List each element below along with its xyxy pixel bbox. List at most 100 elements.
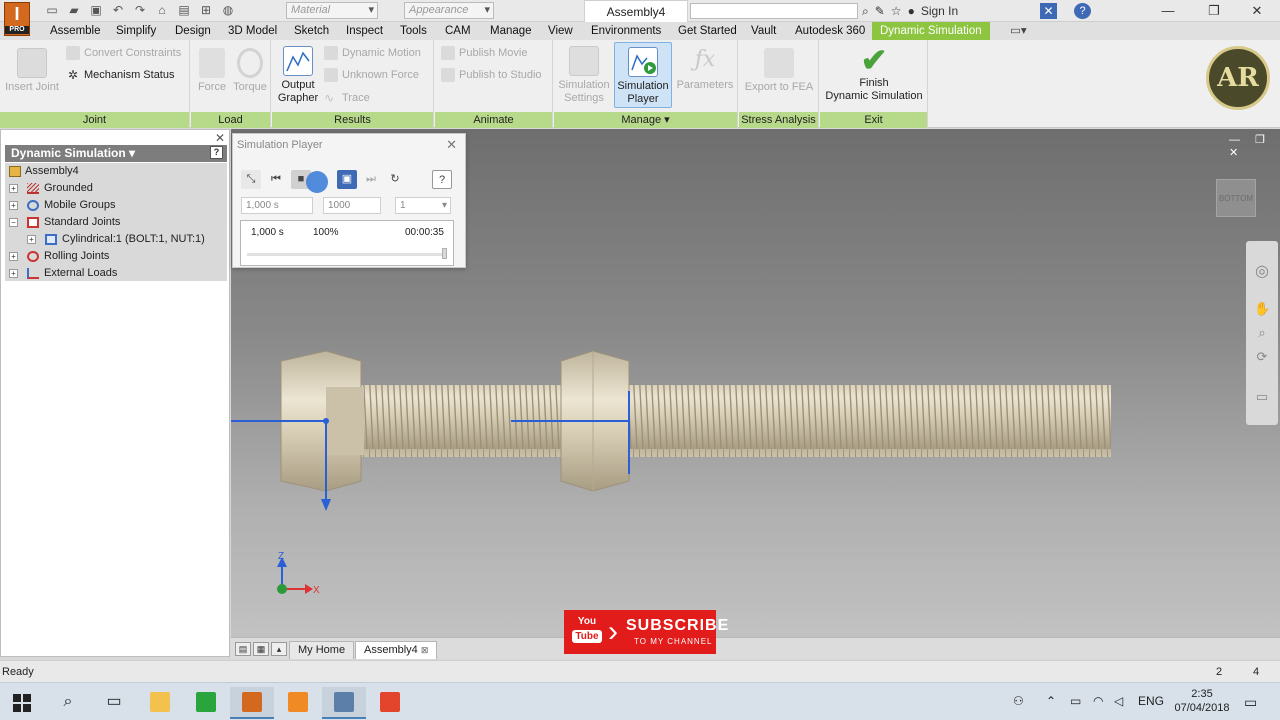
insert-joint-button[interactable]: Insert Joint: [4, 48, 60, 94]
tab-assembly4[interactable]: Assembly4 ⊠: [355, 641, 438, 659]
publish-to-studio-button[interactable]: Publish to Studio: [441, 68, 542, 82]
search-icon[interactable]: ⌕: [46, 687, 90, 719]
simulation-settings-button[interactable]: Simulation Settings: [556, 46, 612, 105]
volume-icon[interactable]: ◁: [1114, 694, 1123, 708]
force-button[interactable]: Force: [195, 48, 229, 94]
cascade-windows-icon[interactable]: ▦: [253, 642, 269, 656]
rewind-icon[interactable]: ⏮: [266, 170, 286, 189]
convert-constraints-button[interactable]: Convert Constraints: [66, 46, 181, 60]
unknown-force-button[interactable]: Unknown Force: [324, 68, 419, 82]
tab-assemble[interactable]: Assemble: [50, 22, 101, 40]
recorder-icon[interactable]: [368, 687, 412, 719]
export-to-fea-button[interactable]: Export to FEA: [741, 48, 817, 94]
media-player-icon[interactable]: [276, 687, 320, 719]
tab-manage[interactable]: Manage: [490, 22, 532, 40]
output-grapher-button[interactable]: Output Grapher: [274, 46, 322, 105]
tab-simplify[interactable]: Simplify: [116, 22, 156, 40]
subscribe-banner[interactable]: You Tube › SUBSCRIBE TO MY CHANNEL: [564, 610, 728, 654]
filter-field[interactable]: 1 ▾: [395, 197, 451, 214]
binoculars-icon[interactable]: ⌕: [862, 3, 869, 19]
expand-icon[interactable]: +: [9, 201, 18, 210]
start-button[interactable]: [0, 687, 44, 719]
wifi-icon[interactable]: ◠: [1093, 694, 1103, 708]
images-field[interactable]: 1000: [323, 197, 381, 214]
tab-get-started[interactable]: Get Started: [678, 22, 737, 40]
tab-tools[interactable]: Tools: [400, 22, 427, 40]
mechanism-status-button[interactable]: ✲ Mechanism Status: [66, 68, 175, 82]
simulation-player-button[interactable]: Simulation Player: [614, 42, 672, 108]
folder-icon[interactable]: ▤: [176, 3, 192, 18]
material-dropdown[interactable]: Material: [286, 2, 378, 19]
appearance-dropdown[interactable]: Appearance: [404, 2, 494, 19]
tab-dynamic-simulation[interactable]: Dynamic Simulation: [872, 22, 990, 40]
tab-inspect[interactable]: Inspect: [346, 22, 383, 40]
construction-mode-icon[interactable]: ⤡: [241, 170, 261, 189]
expand-icon[interactable]: +: [9, 252, 18, 261]
wrench-icon[interactable]: ✎: [875, 3, 885, 19]
browser-close-icon[interactable]: ✕: [215, 131, 225, 145]
browser-help-icon[interactable]: ?: [210, 146, 223, 159]
tab-my-home[interactable]: My Home: [289, 641, 355, 659]
chevron-up-icon[interactable]: ⌃: [1046, 694, 1056, 708]
tab-autodesk-360[interactable]: Autodesk 360: [795, 22, 865, 40]
help-search-input[interactable]: [690, 3, 858, 19]
exchange-icon[interactable]: ✕: [1040, 3, 1057, 19]
record-icon[interactable]: ▣: [337, 170, 357, 189]
camtasia-icon[interactable]: [184, 687, 228, 719]
simulation-player-help-icon[interactable]: ?: [432, 170, 452, 189]
star-icon[interactable]: ☆: [891, 3, 902, 19]
sign-in-link[interactable]: Sign In: [921, 3, 958, 19]
ribbon-options-icon[interactable]: ▭▾: [1010, 22, 1027, 40]
open-file-icon[interactable]: ▰: [66, 3, 82, 18]
browser-header[interactable]: Dynamic Simulation ▾ ?: [5, 145, 227, 162]
parameters-button[interactable]: ƒx Parameters: [674, 46, 736, 92]
tabs-up-icon[interactable]: ▴: [271, 642, 287, 656]
tab-environments[interactable]: Environments: [591, 22, 661, 40]
tab-sketch[interactable]: Sketch: [294, 22, 329, 40]
undo-icon[interactable]: ↶: [110, 3, 126, 18]
file-explorer-icon[interactable]: [138, 687, 182, 719]
color-icon[interactable]: ◍: [220, 3, 236, 18]
inventor-taskbar-icon[interactable]: [230, 687, 274, 719]
home-icon[interactable]: ⌂: [154, 3, 170, 18]
people-icon[interactable]: ⚇: [1013, 694, 1024, 708]
collapse-icon[interactable]: −: [9, 218, 18, 227]
expand-icon[interactable]: +: [9, 184, 18, 193]
tab-close-icon[interactable]: ⊠: [421, 645, 429, 655]
app-taskbar-icon[interactable]: [322, 687, 366, 719]
final-time-field[interactable]: 1,000 s: [241, 197, 313, 214]
loop-icon[interactable]: ↻: [385, 170, 405, 189]
clock[interactable]: 2:35 07/04/2018: [1172, 687, 1232, 715]
expand-icon[interactable]: +: [9, 269, 18, 278]
tab-3d-model[interactable]: 3D Model: [228, 22, 277, 40]
tile-windows-icon[interactable]: ▤: [235, 642, 251, 656]
expand-icon[interactable]: +: [27, 235, 36, 244]
redo-icon[interactable]: ↷: [132, 3, 148, 18]
save-icon[interactable]: ▣: [88, 3, 104, 18]
tab-view[interactable]: View: [548, 22, 573, 40]
manage-panel-label[interactable]: Manage ▾: [554, 112, 737, 128]
battery-icon[interactable]: ▭: [1070, 694, 1081, 708]
help-icon[interactable]: ?: [1074, 3, 1091, 19]
simulation-progress-slider[interactable]: [442, 248, 447, 259]
simulation-player-close-icon[interactable]: ✕: [446, 137, 457, 153]
close-button[interactable]: ✕: [1234, 0, 1280, 22]
select-icon[interactable]: ⊞: [198, 3, 214, 18]
maximize-button[interactable]: ❐: [1191, 0, 1237, 22]
publish-movie-button[interactable]: Publish Movie: [441, 46, 527, 60]
new-file-icon[interactable]: ▭: [44, 3, 60, 18]
notifications-icon[interactable]: ▭: [1244, 694, 1257, 711]
tab-design[interactable]: Design: [175, 22, 211, 40]
minimize-button[interactable]: —: [1145, 0, 1191, 22]
torque-button[interactable]: Torque: [231, 48, 269, 94]
tab-vault[interactable]: Vault: [751, 22, 776, 40]
finish-dynamic-simulation-button[interactable]: ✔ Finish Dynamic Simulation: [822, 44, 926, 103]
user-icon[interactable]: ●: [908, 3, 915, 19]
task-view-icon[interactable]: ▭: [92, 687, 136, 719]
tab-cam[interactable]: CAM: [445, 22, 471, 40]
trace-button[interactable]: ∿ Trace: [324, 91, 370, 105]
language-indicator[interactable]: ENG: [1138, 694, 1164, 708]
app-menu-button[interactable]: I PRO: [4, 2, 30, 36]
dynamic-motion-button[interactable]: Dynamic Motion: [324, 46, 421, 60]
end-icon[interactable]: ⏭: [361, 170, 381, 189]
